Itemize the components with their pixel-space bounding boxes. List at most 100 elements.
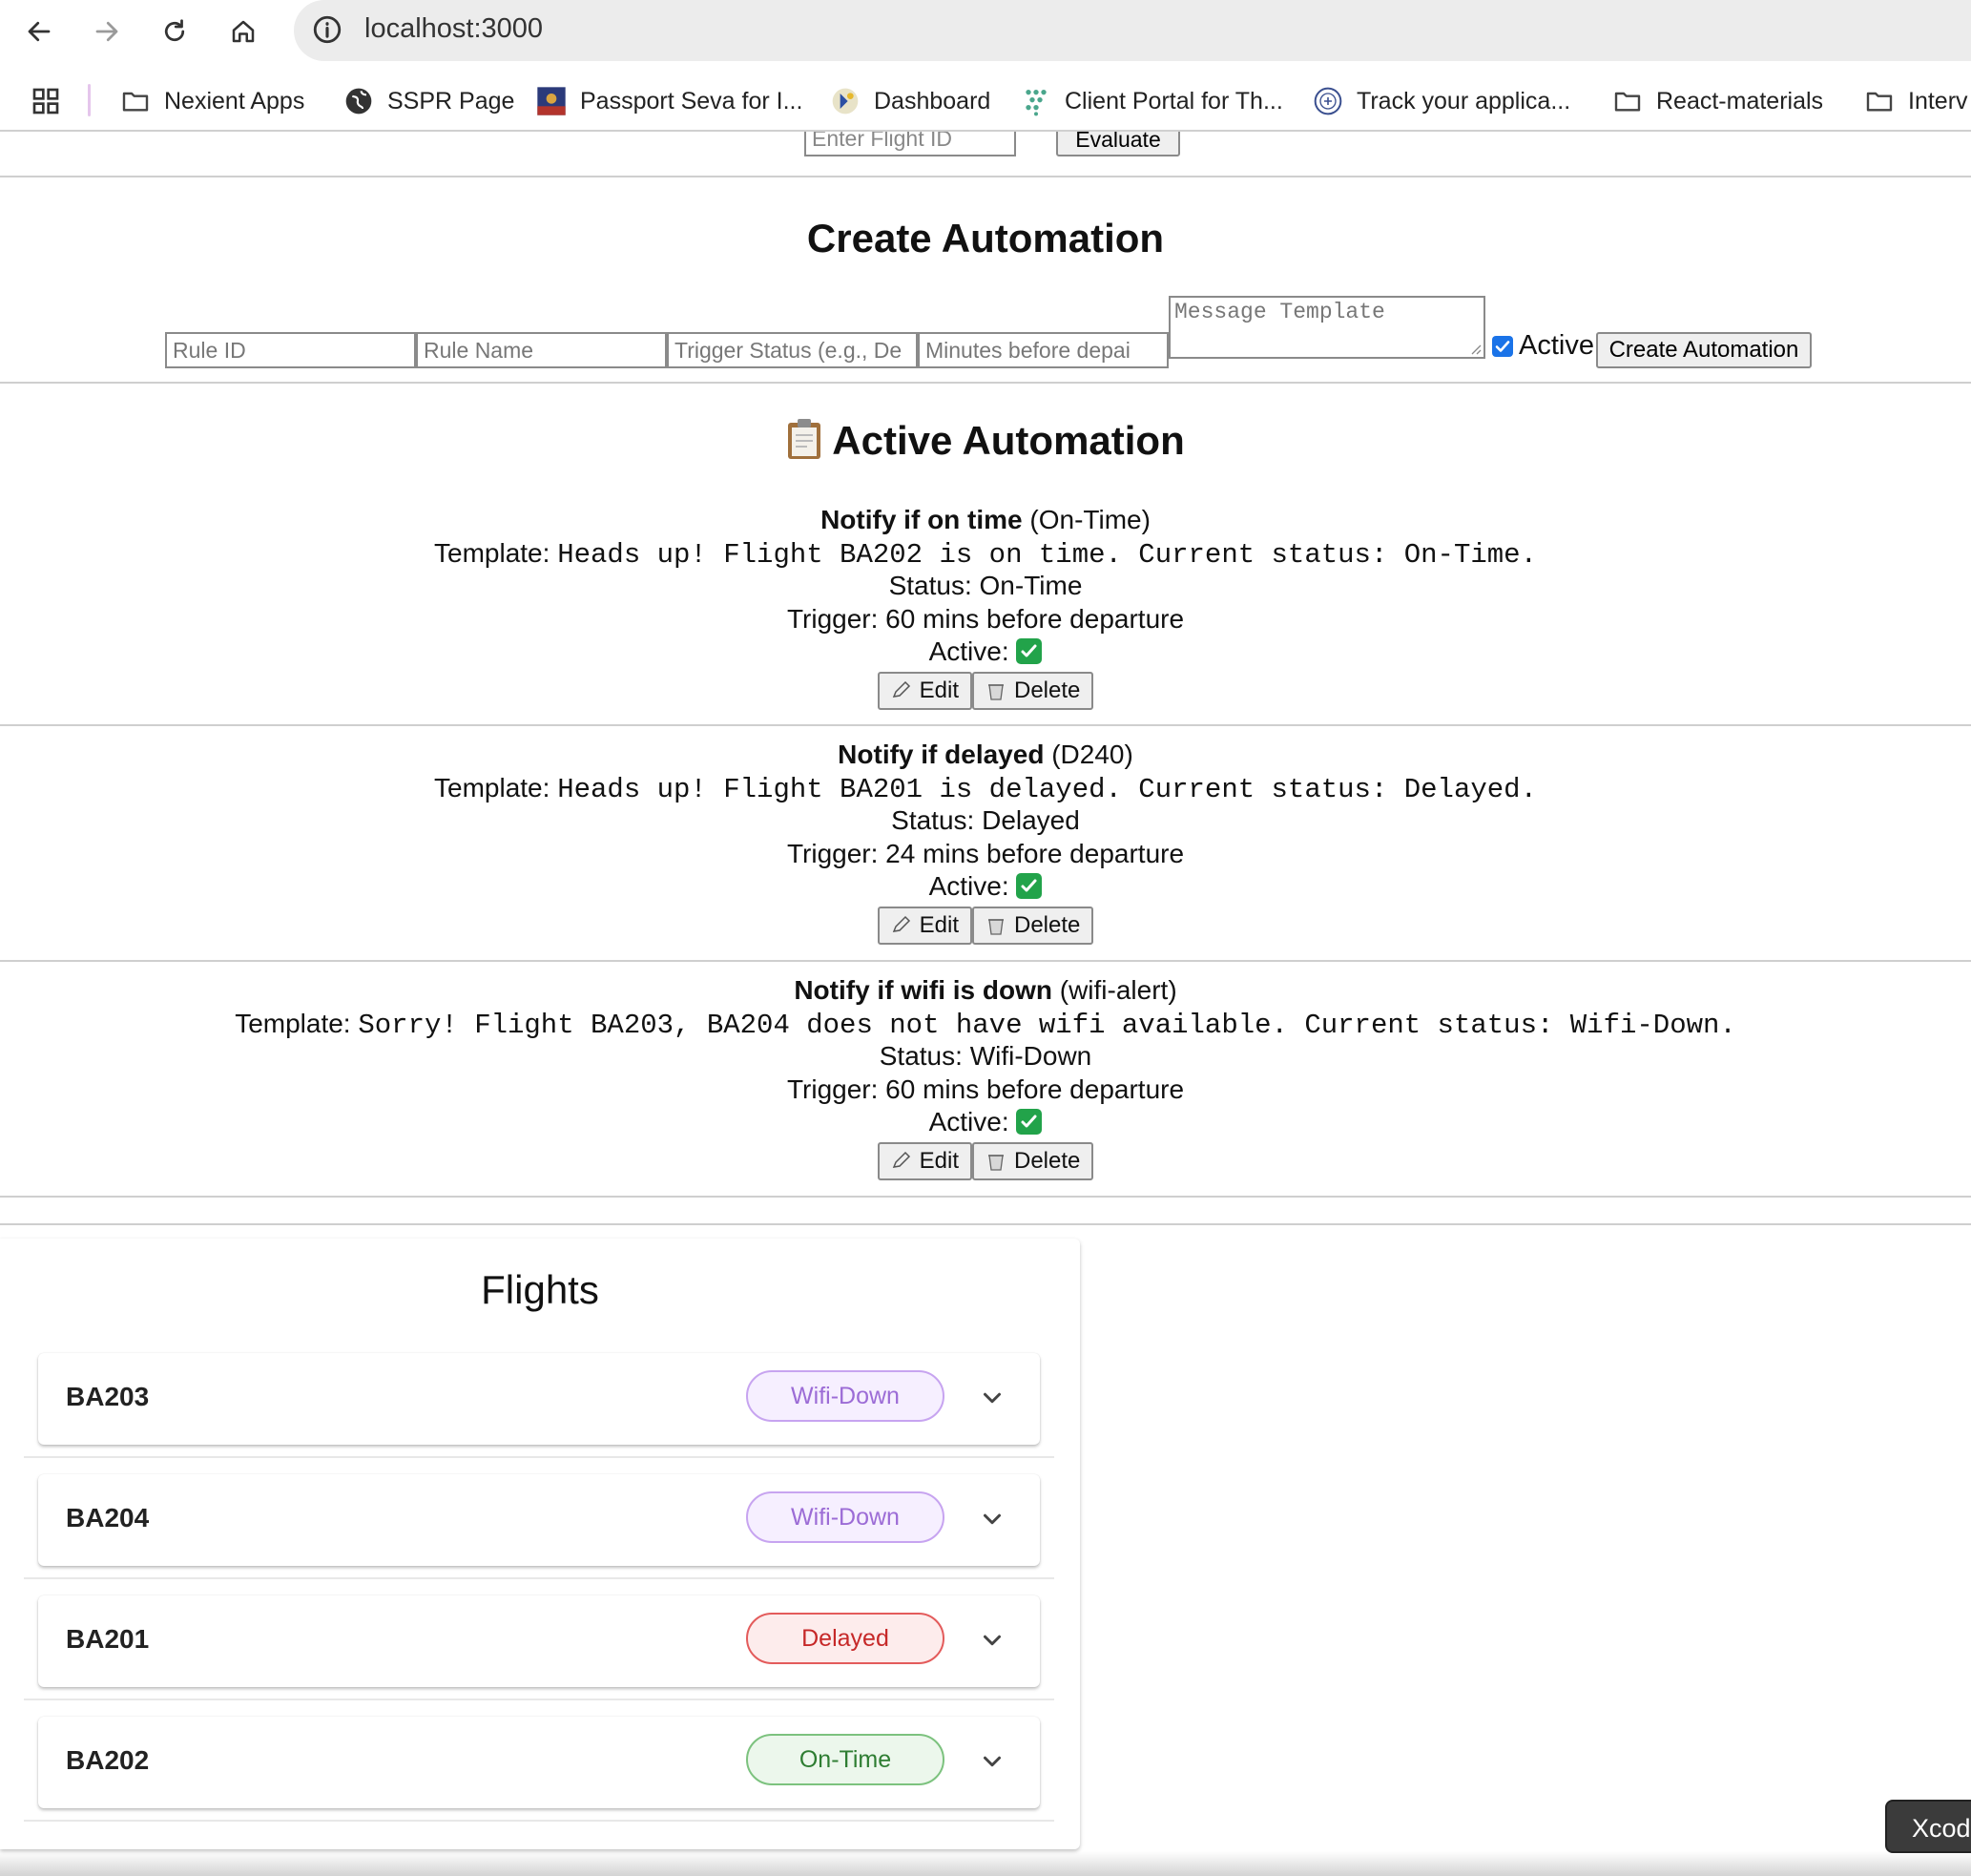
divider [0,382,1971,384]
check-mark-icon [1016,1109,1043,1135]
rule-status: Status: Wifi-Down [879,1041,1092,1071]
check-mark-icon [1016,638,1043,664]
bookmark-track-application[interactable]: Track your applica... [1313,82,1570,120]
site-info-icon[interactable] [311,13,343,46]
flight-accordion-item[interactable]: BA201 Delayed [38,1595,1040,1687]
bookmark-label: Track your applica... [1357,87,1571,115]
rule-id: (On-Time) [1029,505,1151,534]
rule-status: Status: On-Time [888,571,1083,600]
bookmark-client-portal[interactable]: Client Portal for Th... [1021,82,1283,120]
rule-trigger: Trigger: 24 mins before departure [786,838,1185,868]
rule-active: Active: [0,870,1971,904]
trash-icon [987,1154,1004,1171]
bookmark-interv[interactable]: Interv [1864,82,1968,120]
reload-button[interactable] [151,8,198,55]
bookmark-label: SSPR Page [387,87,515,115]
rule-trigger: Trigger: 60 mins before departure [786,603,1185,634]
bookmark-react-materials[interactable]: React-materials [1612,82,1823,120]
passport-seva-icon [537,87,566,115]
check-mark-icon [1016,873,1043,899]
client-portal-icon [1026,90,1047,116]
bookmark-label: Dashboard [874,87,991,115]
checkmark-icon [1495,341,1510,352]
rule-template: Template: Heads up! Flight BA202 is on t… [0,537,1971,571]
bookmark-label: React-materials [1656,87,1824,115]
minutes-before-input[interactable]: Minutes before depai [918,332,1169,368]
automation-rule: Notify if on time (On-Time) Template: He… [0,504,1971,712]
flight-id: BA201 [66,1624,150,1654]
trigger-status-input[interactable]: Trigger Status (e.g., De [667,332,918,368]
edit-label: Edit [919,911,959,938]
trash-icon [987,683,1004,700]
active-automation-heading: Active Automation [0,418,1971,464]
chevron-down-icon[interactable] [978,1505,1006,1533]
delete-button[interactable]: Delete [971,671,1094,710]
divider [0,176,1971,177]
forward-arrow-icon [95,21,118,42]
home-button[interactable] [219,8,267,55]
dashboard-icon [832,88,859,115]
rule-title: Notify if on time (On-Time) [0,504,1971,537]
folder-icon [122,92,149,112]
track-seal-icon [1314,87,1342,115]
edit-label: Edit [919,677,959,703]
status-chip: Delayed [746,1613,944,1664]
flight-accordion-item[interactable]: BA204 Wifi-Down [38,1474,1040,1566]
rule-id-input[interactable]: Rule ID [165,332,416,368]
status-chip: Wifi-Down [746,1491,944,1543]
active-label: Active: [928,1107,1009,1136]
pencil-icon [892,680,910,698]
flights-heading: Flights [481,1267,599,1312]
active-automation-title: Active Automation [832,418,1185,463]
edit-button[interactable]: Edit [877,906,972,945]
trash-icon [987,918,1004,935]
divider [0,724,1971,726]
create-automation-button[interactable]: Create Automation [1596,332,1812,368]
flight-accordion-item[interactable]: BA202 On-Time [38,1717,1040,1808]
bookmark-sspr-page[interactable]: SSPR Page [343,82,514,120]
home-icon [232,20,255,43]
rule-name-input[interactable]: Rule Name [416,332,667,368]
folder-icon [1614,92,1641,112]
rule-title: Notify if wifi is down (wifi-alert) [0,974,1971,1008]
bookmark-passport-seva[interactable]: Passport Seva for I... [536,82,802,120]
delete-button[interactable]: Delete [971,906,1094,945]
chevron-down-icon[interactable] [978,1747,1006,1776]
rule-name: Notify if on time [820,505,1023,534]
globe-icon [345,88,372,115]
bookmark-dashboard[interactable]: Dashboard [830,82,990,120]
delete-button[interactable]: Delete [971,1141,1094,1180]
delete-label: Delete [1013,1147,1081,1174]
edit-label: Edit [919,1147,959,1174]
template-label: Template: [235,1008,351,1038]
rule-id: (D240) [1051,740,1133,769]
flight-separator [24,1456,1054,1458]
evaluate-button[interactable]: Evaluate [1056,132,1180,156]
flight-separator [24,1577,1054,1579]
rule-name: Notify if delayed [838,740,1045,769]
address-bar[interactable]: localhost:3000 [294,0,1971,61]
url-text: localhost:3000 [364,13,544,44]
flight-id: BA204 [66,1503,150,1532]
flight-separator [24,1699,1054,1700]
active-label: Active [1519,330,1594,361]
active-checkbox[interactable] [1492,336,1513,357]
flight-accordion-item[interactable]: BA203 Wifi-Down [38,1353,1040,1445]
forward-button[interactable] [83,8,131,55]
chevron-down-icon[interactable] [978,1384,1006,1412]
resize-grip-icon[interactable] [1468,342,1482,355]
flight-id-input[interactable]: Enter Flight ID [804,132,1016,156]
chevron-down-icon[interactable] [978,1626,1006,1655]
bookmark-nexient-apps[interactable]: Nexient Apps [120,82,304,120]
edit-button[interactable]: Edit [877,1141,972,1180]
edit-button[interactable]: Edit [877,671,972,710]
bookmark-label: Nexient Apps [164,87,305,115]
xcode-tooltip: Xcod [1885,1800,1971,1853]
rule-active: Active: [0,636,1971,669]
bookmarks-separator [88,84,91,116]
apps-grid-icon[interactable] [31,86,61,116]
message-template-textarea[interactable]: Message Template [1169,296,1485,359]
template-text: Heads up! Flight BA202 is on time. Curre… [557,538,1537,571]
back-button[interactable] [15,8,63,55]
bookmark-label: Passport Seva for I... [580,87,803,115]
